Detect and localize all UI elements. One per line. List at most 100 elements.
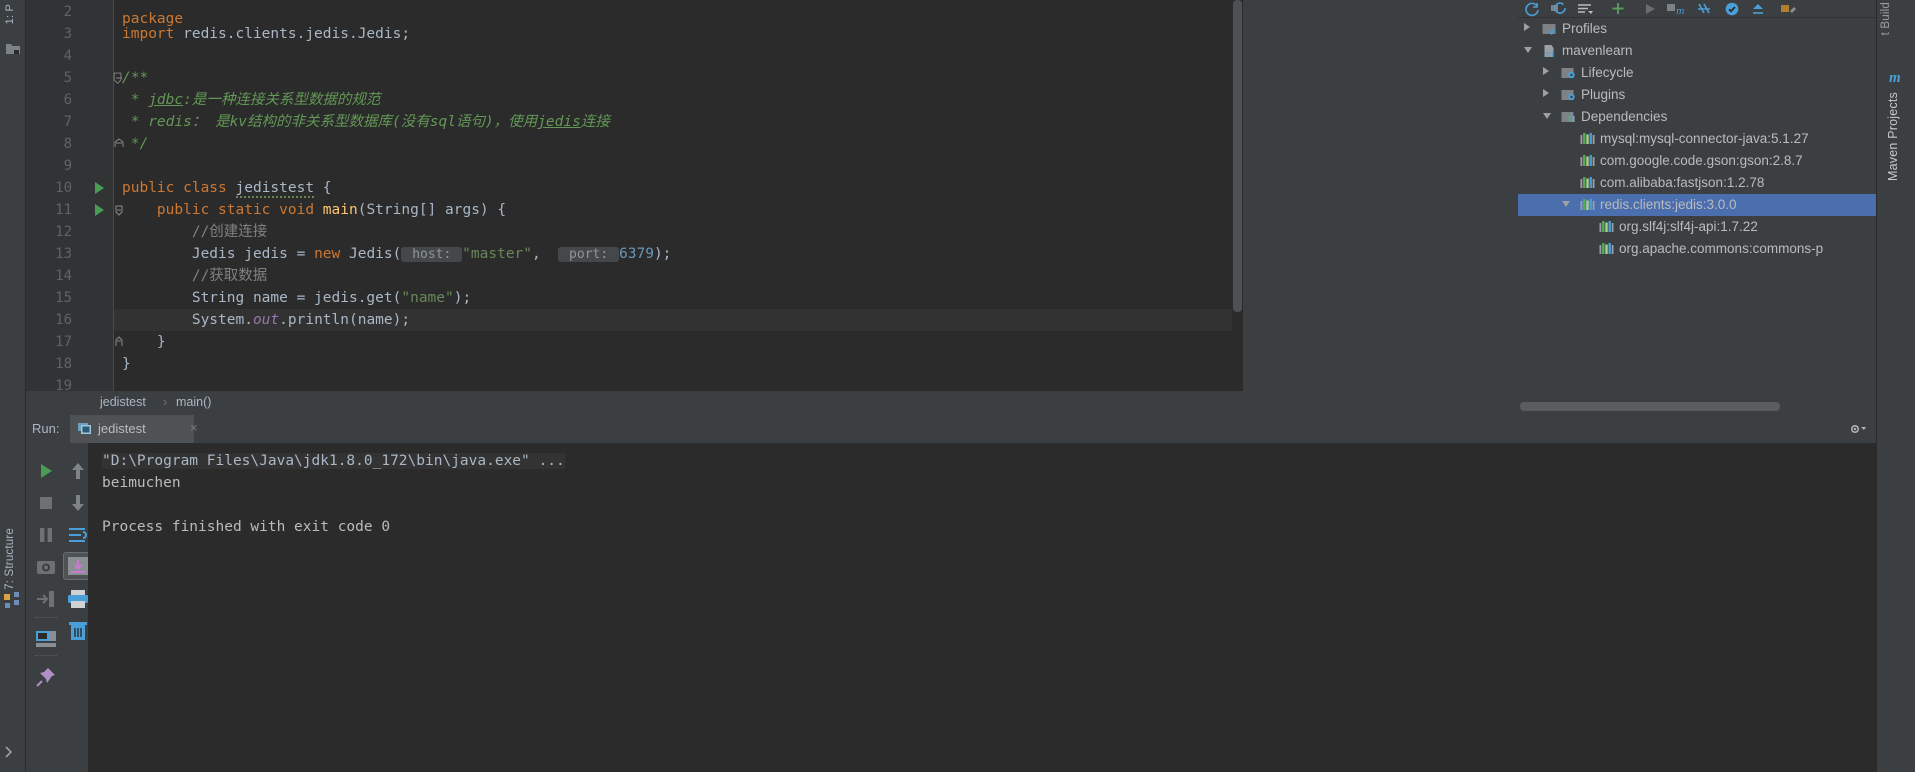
maven-tree-item[interactable]: com.google.code.gson:gson:2.8.7 xyxy=(1518,150,1876,172)
code-line[interactable]: 13 Jedis jedis = new Jedis( host: "maste… xyxy=(26,243,1243,265)
run-class-gutter-icon[interactable] xyxy=(88,177,110,199)
breadcrumb[interactable]: jedistest › main() xyxy=(26,391,1243,415)
code-text[interactable]: System.out.println(name); xyxy=(122,309,410,331)
code-line[interactable]: 10 public class jedistest { xyxy=(26,177,1243,199)
refresh-icon[interactable] xyxy=(1524,1,1540,17)
code-line[interactable]: 5/** xyxy=(26,67,1243,89)
code-line[interactable]: 15 String name = jedis.get("name"); xyxy=(26,287,1243,309)
code-line[interactable]: 9 xyxy=(26,155,1243,177)
code-text[interactable]: Jedis jedis = new Jedis( host: "master",… xyxy=(122,243,671,266)
maven-projects-label[interactable]: Maven Projects xyxy=(1886,92,1900,181)
chevron-down-icon[interactable] xyxy=(1543,113,1551,119)
close-icon[interactable]: × xyxy=(190,420,198,435)
run-method-gutter-icon[interactable] xyxy=(88,199,110,221)
sidebar-item-structure[interactable]: 7: Structure xyxy=(4,528,16,590)
maven-tree[interactable]: Profiles m mavenlearn Lifecycle Plugins Depen… xyxy=(1518,18,1876,398)
structure-icon[interactable] xyxy=(4,592,22,610)
run-tab-jedistest[interactable]: jedistest × xyxy=(70,415,198,443)
run-toolbar[interactable] xyxy=(26,443,93,772)
camera-icon[interactable] xyxy=(34,555,58,579)
editor-scroll-thumb[interactable] xyxy=(1233,0,1242,312)
maven-tree-item[interactable]: m mavenlearn xyxy=(1518,40,1876,62)
rerun-icon[interactable] xyxy=(34,459,58,483)
list-icon[interactable] xyxy=(1576,1,1594,17)
scroll-down-icon[interactable] xyxy=(66,491,90,515)
reimport-icon[interactable] xyxy=(1550,1,1568,17)
chevron-down-icon[interactable] xyxy=(1562,201,1570,207)
code-line[interactable]: 4 xyxy=(26,45,1243,67)
maven-tree-item[interactable]: org.apache.commons:commons-p xyxy=(1518,238,1876,260)
skip-tests-icon[interactable] xyxy=(1696,1,1714,17)
soft-wrap-icon[interactable] xyxy=(66,523,90,547)
code-line[interactable]: 8 */ xyxy=(26,133,1243,155)
line-number: 4 xyxy=(63,48,72,64)
console-icon[interactable] xyxy=(34,627,58,651)
code-line[interactable]: 7 * redis： 是kv结构的非关系型数据库(没有sql语句)，使用jedi… xyxy=(26,111,1243,133)
terminal-icon[interactable] xyxy=(4,744,22,762)
dependency-icon xyxy=(1580,199,1595,210)
chevron-right-icon[interactable] xyxy=(1524,23,1530,31)
maven-tree-item[interactable]: mysql:mysql-connector-java:5.1.27 xyxy=(1518,128,1876,150)
maven-tree-item[interactable]: Lifecycle xyxy=(1518,62,1876,84)
print-icon[interactable] xyxy=(66,587,90,611)
code-line[interactable]: 14 //获取数据 xyxy=(26,265,1243,287)
maven-horizontal-scrollbar[interactable] xyxy=(1520,402,1874,411)
scroll-to-end-icon xyxy=(68,557,88,575)
maven-toolbar[interactable]: m xyxy=(1518,0,1876,18)
collapse-icon[interactable] xyxy=(1750,1,1766,17)
fold-start-icon[interactable] xyxy=(112,67,126,89)
chevron-down-icon[interactable] xyxy=(1524,47,1532,53)
code-text[interactable]: public class jedistest { xyxy=(122,177,332,199)
exit-icon[interactable] xyxy=(34,587,58,611)
sidebar-item-project[interactable]: 1: P xyxy=(4,4,16,24)
fold-method-end-icon[interactable] xyxy=(112,331,126,353)
breadcrumb-method[interactable]: main() xyxy=(176,395,211,409)
pause-icon[interactable] xyxy=(34,523,58,547)
chevron-right-icon[interactable] xyxy=(1543,89,1549,97)
run-icon[interactable] xyxy=(1642,1,1658,17)
toggle-offline-icon[interactable] xyxy=(1724,1,1740,17)
settings-gear-icon[interactable] xyxy=(1847,421,1867,437)
code-text[interactable]: * jdbc:是一种连接关系型数据的规范 xyxy=(122,89,381,111)
code-line[interactable]: 18} xyxy=(26,353,1243,375)
scroll-up-icon[interactable] xyxy=(66,459,90,483)
build-tool-label[interactable]: t Build xyxy=(1880,2,1892,35)
maven-tree-item-label: com.alibaba:fastjson:1.2.78 xyxy=(1600,175,1765,190)
pin-icon[interactable] xyxy=(34,665,58,689)
editor-vertical-scrollbar[interactable] xyxy=(1232,0,1243,415)
stop-icon[interactable] xyxy=(34,491,58,515)
chevron-right-icon[interactable] xyxy=(1543,67,1549,75)
maven-tree-item[interactable]: redis.clients:jedis:3.0.0 xyxy=(1518,194,1876,216)
fold-method-start-icon[interactable] xyxy=(112,199,126,221)
add-icon[interactable] xyxy=(1610,1,1626,17)
code-text[interactable]: } xyxy=(122,353,131,375)
maven-module-icon[interactable]: m xyxy=(1666,1,1686,17)
maven-tree-item[interactable]: com.alibaba:fastjson:1.2.78 xyxy=(1518,172,1876,194)
code-text[interactable]: String name = jedis.get("name"); xyxy=(122,287,471,309)
code-text[interactable]: * redis： 是kv结构的非关系型数据库(没有sql语句)，使用jedis连… xyxy=(122,111,610,133)
breadcrumb-class[interactable]: jedistest xyxy=(100,395,146,409)
code-line[interactable]: 11 public static void main(String[] args… xyxy=(26,199,1243,221)
code-line[interactable]: 12 //创建连接 xyxy=(26,221,1243,243)
code-text[interactable]: //创建连接 xyxy=(122,221,267,243)
code-text[interactable]: //获取数据 xyxy=(122,265,267,287)
maven-tree-item[interactable]: Plugins xyxy=(1518,84,1876,106)
code-text[interactable]: public static void main(String[] args) { xyxy=(122,199,506,221)
code-editor[interactable]: package 2 3 import redis.clients.jedis.Jed… xyxy=(26,0,1243,415)
code-text[interactable]: } xyxy=(122,331,166,353)
console-output[interactable]: "D:\Program Files\Java\jdk1.8.0_172\bin\… xyxy=(88,443,1915,772)
code-line[interactable]: 3 import redis.clients.jedis.Jedis; xyxy=(26,23,1243,45)
maven-settings-icon[interactable] xyxy=(1780,1,1798,17)
maven-tree-item[interactable]: Dependencies xyxy=(1518,106,1876,128)
maven-tree-item[interactable]: org.slf4j:slf4j-api:1.7.22 xyxy=(1518,216,1876,238)
code-line[interactable]: 6 * jdbc:是一种连接关系型数据的规范 xyxy=(26,89,1243,111)
favorites-icon[interactable] xyxy=(5,42,21,56)
code-line[interactable]: 2 xyxy=(26,1,1243,23)
maven-hscroll-thumb[interactable] xyxy=(1520,402,1780,411)
maven-tree-item[interactable]: Profiles xyxy=(1518,18,1876,40)
code-line[interactable]: 16 System.out.println(name); xyxy=(26,309,1243,331)
code-line[interactable]: 17 } xyxy=(26,331,1243,353)
code-text[interactable]: import redis.clients.jedis.Jedis; xyxy=(122,23,410,45)
fold-end-icon[interactable] xyxy=(112,133,126,155)
trash-icon[interactable] xyxy=(66,619,90,643)
